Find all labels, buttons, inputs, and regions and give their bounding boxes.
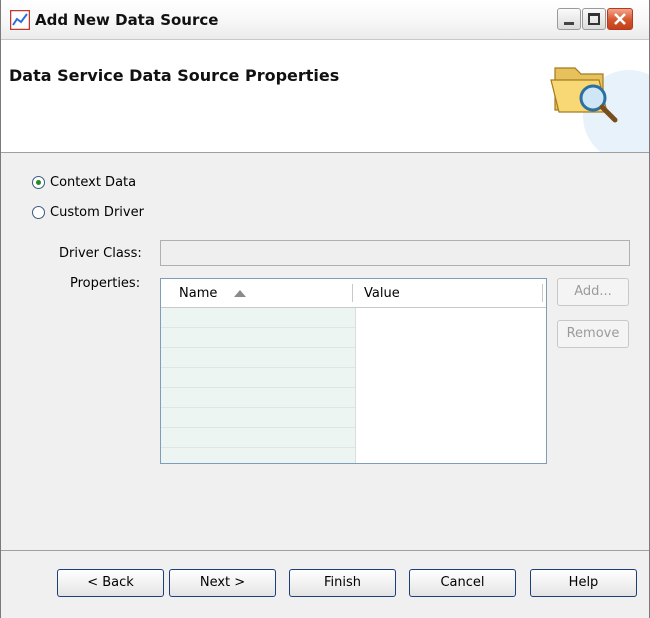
context-data-label: Context Data: [50, 174, 137, 190]
column-divider[interactable]: [352, 284, 353, 302]
minimize-button[interactable]: [557, 8, 581, 30]
footer-divider: [1, 550, 649, 551]
column-divider[interactable]: [542, 284, 543, 302]
table-row[interactable]: [161, 328, 355, 348]
driver-class-input[interactable]: [160, 240, 630, 266]
table-row[interactable]: [161, 368, 355, 388]
table-header: Name Value: [161, 279, 546, 308]
properties-label: Properties:: [70, 276, 141, 291]
finish-button[interactable]: Finish: [289, 569, 396, 597]
next-button[interactable]: Next >: [169, 569, 276, 597]
folder-search-icon: [550, 67, 649, 152]
column-divider: [355, 308, 356, 463]
table-rows: [161, 308, 355, 463]
radio-unselected-icon: [32, 205, 45, 219]
table-row[interactable]: [161, 308, 355, 328]
table-row[interactable]: [161, 428, 355, 448]
properties-table[interactable]: Name Value: [160, 278, 547, 464]
title-bar[interactable]: Add New Data Source: [1, 0, 649, 40]
table-row[interactable]: [161, 388, 355, 408]
window-title: Add New Data Source: [35, 11, 219, 29]
wizard-header: Data Service Data Source Properties: [1, 40, 649, 153]
maximize-icon: [588, 13, 600, 25]
driver-class-label: Driver Class:: [59, 246, 142, 261]
custom-driver-label: Custom Driver: [50, 204, 144, 220]
name-column-header[interactable]: Name: [179, 286, 217, 301]
close-icon: [614, 13, 626, 25]
chart-app-icon: [10, 10, 30, 30]
context-data-radio[interactable]: Context Data: [32, 173, 136, 191]
add-new-data-source-dialog: Add New Data Source Data Service Data So…: [0, 0, 650, 618]
custom-driver-radio[interactable]: Custom Driver: [32, 203, 144, 221]
page-title: Data Service Data Source Properties: [9, 66, 340, 85]
help-button[interactable]: Help: [530, 569, 637, 597]
remove-property-button[interactable]: Remove: [557, 320, 629, 348]
radio-selected-icon: [32, 175, 45, 189]
value-column-header[interactable]: Value: [364, 286, 400, 301]
close-button[interactable]: [607, 8, 633, 30]
add-property-button[interactable]: Add...: [557, 278, 629, 306]
back-button[interactable]: < Back: [57, 569, 164, 597]
table-row[interactable]: [161, 408, 355, 428]
maximize-button[interactable]: [582, 8, 606, 30]
sort-ascending-icon: [234, 290, 246, 297]
cancel-button[interactable]: Cancel: [409, 569, 516, 597]
minimize-icon: [564, 22, 574, 25]
table-row[interactable]: [161, 348, 355, 368]
table-row[interactable]: [161, 448, 355, 463]
